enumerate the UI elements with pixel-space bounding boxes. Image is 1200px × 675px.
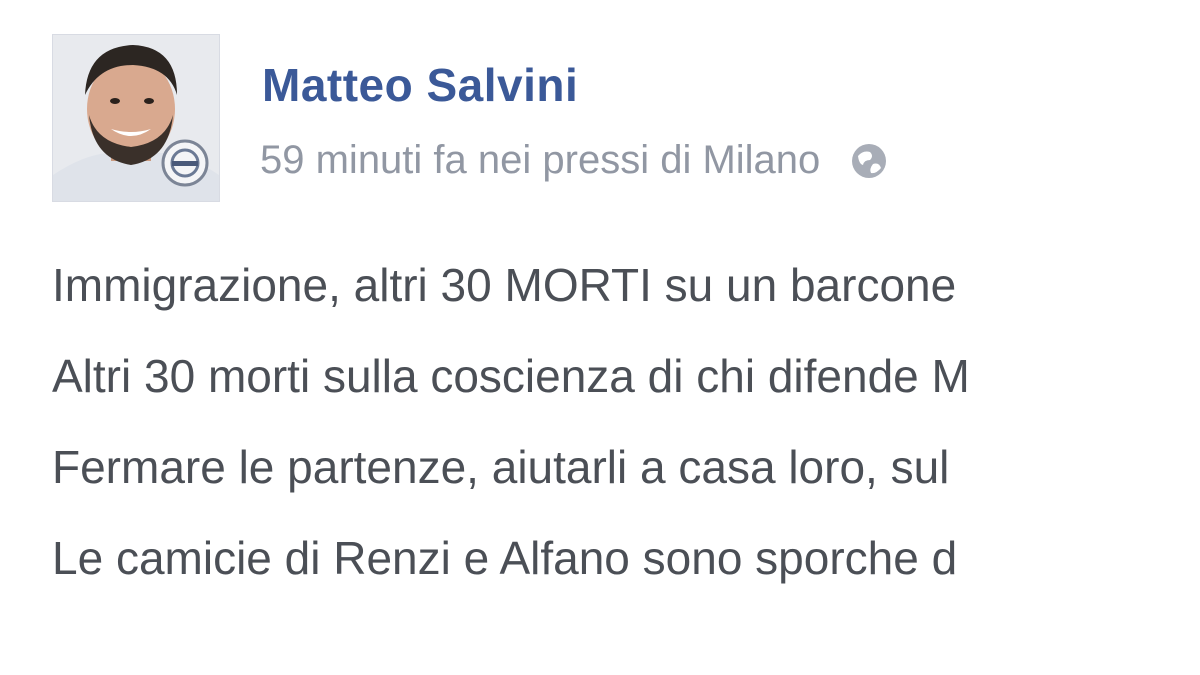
post-meta: 59 minuti fa nei pressi di Milano (260, 138, 890, 183)
profile-avatar[interactable] (52, 34, 220, 202)
avatar-photo (53, 35, 219, 201)
post-line: Fermare le partenze, aiutarli a casa lor… (52, 441, 950, 493)
post-line: Le camicie di Renzi e Alfano sono sporch… (52, 532, 958, 584)
facebook-post: Matteo Salvini 59 minuti fa nei pressi d… (0, 0, 1200, 675)
post-line: Altri 30 morti sulla coscienza di chi di… (52, 350, 970, 402)
author-name[interactable]: Matteo Salvini (262, 58, 578, 112)
post-line: Immigrazione, altri 30 MORTI su un barco… (52, 262, 957, 311)
post-body: Immigrazione, altri 30 MORTI su un barco… (52, 262, 1200, 626)
globe-icon[interactable] (848, 140, 890, 182)
post-timestamp-location[interactable]: 59 minuti fa nei pressi di Milano (260, 138, 820, 183)
